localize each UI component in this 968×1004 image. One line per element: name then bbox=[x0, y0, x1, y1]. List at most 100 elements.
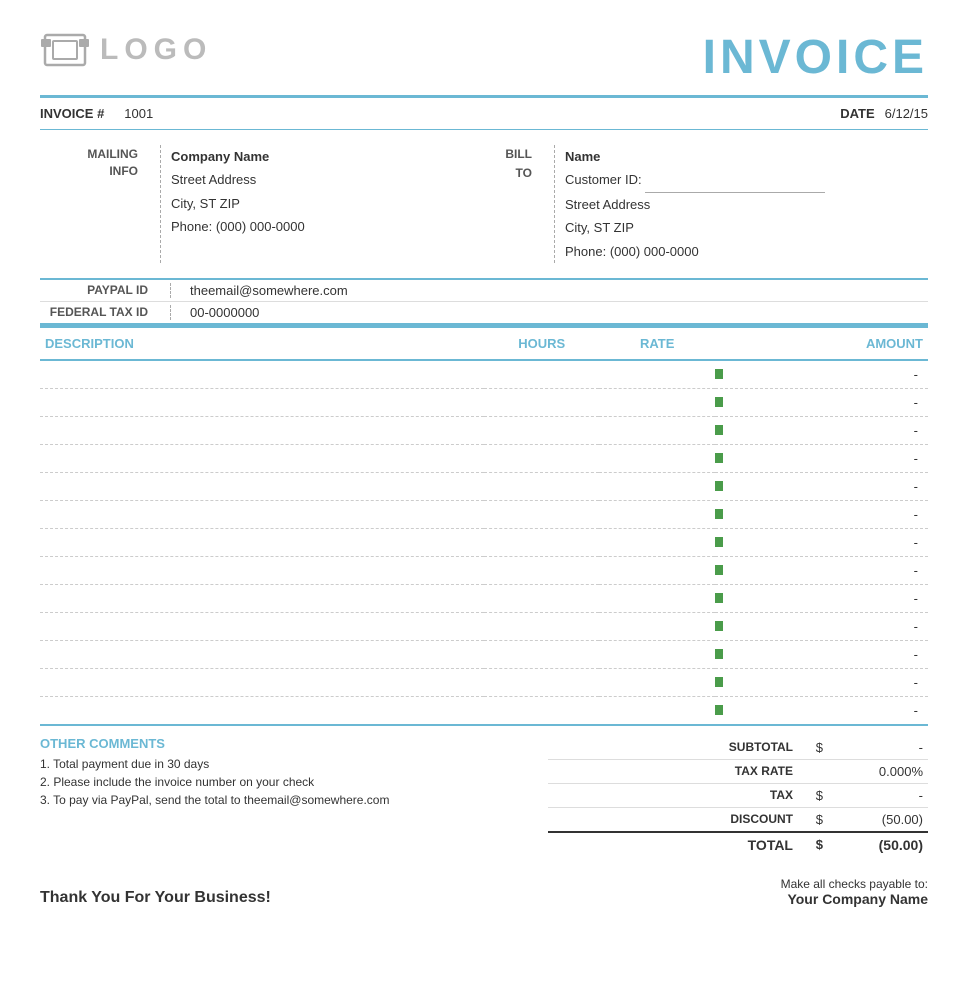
mailing-phone: Phone: (000) 000-0000 bbox=[171, 215, 305, 238]
cell-description bbox=[40, 416, 484, 444]
payable-info: Make all checks payable to: Your Company… bbox=[781, 877, 928, 907]
total-row: TOTAL $ (50.00) bbox=[548, 833, 928, 857]
table-row: - bbox=[40, 388, 928, 416]
mailing-content: Company Name Street Address City, ST ZIP… bbox=[171, 145, 305, 263]
cell-amount: - bbox=[715, 472, 928, 500]
billing-customer-id: Customer ID: bbox=[565, 168, 928, 192]
cell-hours bbox=[484, 500, 599, 528]
comment-line: 2. Please include the invoice number on … bbox=[40, 775, 518, 789]
comment-line: 3. To pay via PayPal, send the total to … bbox=[40, 793, 518, 807]
table-row: - bbox=[40, 696, 928, 725]
cell-description bbox=[40, 556, 484, 584]
green-marker-icon bbox=[715, 705, 723, 715]
cell-rate bbox=[599, 388, 714, 416]
cell-rate bbox=[599, 528, 714, 556]
total-value: (50.00) bbox=[828, 837, 928, 853]
billing-city: City, ST ZIP bbox=[565, 216, 928, 239]
cell-description bbox=[40, 500, 484, 528]
meta-left: INVOICE # 1001 bbox=[40, 106, 153, 121]
cell-description bbox=[40, 584, 484, 612]
totals-col: SUBTOTAL $ - TAX RATE 0.000% TAX $ - DIS… bbox=[548, 736, 928, 857]
table-header-row: DESCRIPTION HOURS RATE AMOUNT bbox=[40, 326, 928, 360]
to-label: TO bbox=[484, 164, 532, 183]
green-marker-icon bbox=[715, 425, 723, 435]
cell-hours bbox=[484, 556, 599, 584]
cell-rate bbox=[599, 584, 714, 612]
cell-amount: - bbox=[715, 360, 928, 389]
tax-row: TAX $ - bbox=[548, 784, 928, 808]
cell-description bbox=[40, 612, 484, 640]
tax-dollar: $ bbox=[798, 788, 823, 803]
green-marker-icon bbox=[715, 593, 723, 603]
cell-hours bbox=[484, 388, 599, 416]
col-header-description: DESCRIPTION bbox=[40, 326, 484, 360]
table-row: - bbox=[40, 444, 928, 472]
cell-hours bbox=[484, 640, 599, 668]
cell-hours bbox=[484, 668, 599, 696]
tax-label: TAX bbox=[693, 788, 793, 802]
tax-value: - bbox=[828, 788, 928, 803]
green-marker-icon bbox=[715, 677, 723, 687]
green-marker-icon bbox=[715, 649, 723, 659]
col-header-amount: AMOUNT bbox=[715, 326, 928, 360]
footer-section: OTHER COMMENTS 1. Total payment due in 3… bbox=[40, 726, 928, 857]
cell-amount: - bbox=[715, 640, 928, 668]
cell-description bbox=[40, 668, 484, 696]
billing-name: Name bbox=[565, 145, 928, 168]
subtotal-row: SUBTOTAL $ - bbox=[548, 736, 928, 760]
cell-description bbox=[40, 444, 484, 472]
cell-rate bbox=[599, 668, 714, 696]
total-label: TOTAL bbox=[693, 837, 793, 853]
cell-amount: - bbox=[715, 444, 928, 472]
payable-label: Make all checks payable to: bbox=[781, 877, 928, 891]
info-section: MAILING INFO Company Name Street Address… bbox=[40, 130, 928, 280]
cell-description bbox=[40, 640, 484, 668]
table-row: - bbox=[40, 668, 928, 696]
table-row: - bbox=[40, 584, 928, 612]
cell-hours bbox=[484, 472, 599, 500]
discount-row: DISCOUNT $ (50.00) bbox=[548, 808, 928, 833]
table-row: - bbox=[40, 500, 928, 528]
thank-you-text: Thank You For Your Business! bbox=[40, 889, 271, 907]
total-dollar: $ bbox=[798, 837, 823, 852]
cell-hours bbox=[484, 444, 599, 472]
green-marker-icon bbox=[715, 621, 723, 631]
discount-value: (50.00) bbox=[828, 812, 928, 827]
subtotal-label: SUBTOTAL bbox=[693, 740, 793, 754]
mailing-label-col: MAILING INFO bbox=[40, 145, 150, 263]
table-row: - bbox=[40, 612, 928, 640]
comments-lines: 1. Total payment due in 30 days2. Please… bbox=[40, 757, 518, 807]
cell-rate bbox=[599, 612, 714, 640]
bottom-section: Thank You For Your Business! Make all ch… bbox=[40, 877, 928, 907]
logo-area: LOGO bbox=[40, 30, 212, 70]
billing-street: Street Address bbox=[565, 193, 928, 216]
green-marker-icon bbox=[715, 565, 723, 575]
payable-company: Your Company Name bbox=[781, 891, 928, 907]
date-label: DATE bbox=[840, 106, 874, 121]
cell-rate bbox=[599, 556, 714, 584]
cell-description bbox=[40, 388, 484, 416]
table-row: - bbox=[40, 416, 928, 444]
billing-section: BILL TO Name Customer ID: Street Address… bbox=[484, 145, 928, 263]
discount-label: DISCOUNT bbox=[693, 812, 793, 826]
comments-title: OTHER COMMENTS bbox=[40, 736, 518, 751]
table-row: - bbox=[40, 472, 928, 500]
mailing-company: Company Name bbox=[171, 145, 305, 168]
green-marker-icon bbox=[715, 369, 723, 379]
bill-label: BILL bbox=[484, 145, 532, 164]
table-row: - bbox=[40, 528, 928, 556]
cell-amount: - bbox=[715, 696, 928, 725]
cell-amount: - bbox=[715, 584, 928, 612]
cell-hours bbox=[484, 696, 599, 725]
table-row: - bbox=[40, 360, 928, 389]
cell-rate bbox=[599, 416, 714, 444]
invoice-number-label: INVOICE # bbox=[40, 106, 104, 121]
fedtax-label: FEDERAL TAX ID bbox=[40, 305, 160, 320]
cell-rate bbox=[599, 360, 714, 389]
mailing-divider bbox=[160, 145, 161, 263]
cell-rate bbox=[599, 500, 714, 528]
subtotal-dollar: $ bbox=[798, 740, 823, 755]
invoice-number-value: 1001 bbox=[124, 106, 153, 121]
col-header-rate: RATE bbox=[599, 326, 714, 360]
cell-rate bbox=[599, 696, 714, 725]
